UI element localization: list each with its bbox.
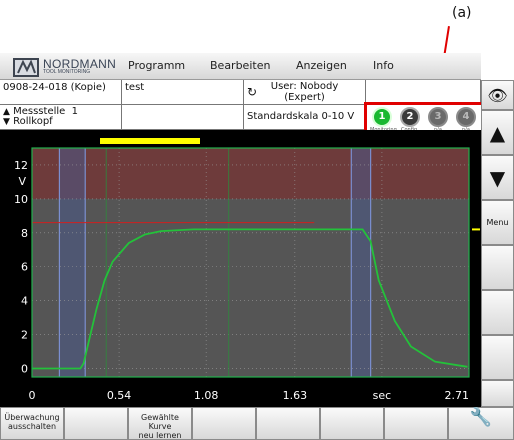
logo-tagline: TOOL MONITORING xyxy=(43,69,91,75)
y-axis-label: V xyxy=(18,175,26,188)
menu-info[interactable]: Info xyxy=(373,59,394,72)
menu-button[interactable]: Menu xyxy=(481,200,514,245)
y-tick-label: 0 xyxy=(21,363,28,376)
x-tick-label: sec xyxy=(373,389,392,402)
annotation-label: (a) xyxy=(452,5,472,21)
bottom-button-7[interactable] xyxy=(384,407,448,440)
refresh-icon: ↻ xyxy=(247,85,258,99)
menu-programm[interactable]: Programm xyxy=(128,59,185,72)
btn-line2: neu lernen xyxy=(138,431,182,440)
scroll-up-button[interactable]: ▲ xyxy=(481,110,514,155)
y-tick-label: 10 xyxy=(14,193,28,206)
alarm-band xyxy=(32,148,469,199)
x-tick-label: 1.63 xyxy=(283,389,308,402)
eye-icon-button[interactable]: 👁 xyxy=(481,80,514,110)
led-4[interactable]: 4 xyxy=(456,107,476,127)
eye-icon: 👁 xyxy=(487,85,508,105)
side-button-5[interactable] xyxy=(481,245,514,290)
monitor-window-1 xyxy=(351,148,371,377)
signal-chart: 0 2 4 6 8 10 12 V 0 0.54 1.08 1.63 sec 2.71 xyxy=(14,138,480,402)
logo-n-icon xyxy=(13,58,39,77)
project-note: test xyxy=(122,80,244,105)
btn-line1: Gewählte Kurve xyxy=(141,413,179,431)
down-arrow-icon[interactable]: ▼ xyxy=(3,117,10,127)
relearn-curve-button[interactable]: Gewählte Kurve neu lernen xyxy=(128,407,192,440)
scale-label[interactable]: Standardskala 0-10 V xyxy=(244,105,366,130)
y-tick-label: 8 xyxy=(21,227,28,240)
triangle-down-icon: ▼ xyxy=(489,165,506,190)
side-button-8[interactable] xyxy=(481,380,514,407)
btn-line1: Überwachung xyxy=(4,413,60,422)
settings-button[interactable]: 🔧 xyxy=(448,407,514,440)
x-tick-label: 2.71 xyxy=(445,389,470,402)
station-sub: Rollkopf xyxy=(13,116,53,127)
highlight-bar xyxy=(100,138,200,144)
y-tick-label: 2 xyxy=(21,329,28,342)
project-name: 0908-24-018 (Kopie) xyxy=(0,80,122,105)
monitor-window-0 xyxy=(59,148,86,377)
user-name: User: Nobody xyxy=(270,81,339,92)
led-3[interactable]: 3 xyxy=(428,107,448,127)
menu-anzeigen[interactable]: Anzeigen xyxy=(296,59,347,72)
y-tick-label: 4 xyxy=(21,295,28,308)
bottom-button-4[interactable] xyxy=(192,407,256,440)
x-tick-label: 1.08 xyxy=(194,389,219,402)
side-button-7[interactable] xyxy=(481,335,514,380)
user-role: (Expert) xyxy=(284,92,325,103)
y-tick-label: 6 xyxy=(21,261,28,274)
signal-plot[interactable]: 0 2 4 6 8 10 12 V 0 0.54 1.08 1.63 sec 2.71 xyxy=(0,130,481,407)
bottom-button-6[interactable] xyxy=(320,407,384,440)
x-tick-label: 0.54 xyxy=(107,389,132,402)
y-tick-label: 12 xyxy=(14,159,28,172)
nordmann-logo: NORDMANN TOOL MONITORING xyxy=(3,56,123,78)
menu-bearbeiten[interactable]: Bearbeiten xyxy=(210,59,270,72)
scroll-down-button[interactable]: ▼ xyxy=(481,155,514,200)
user-cell[interactable]: ↻ User: Nobody (Expert) xyxy=(244,80,366,105)
led-monitoring[interactable]: 1 xyxy=(372,107,392,127)
station-selector[interactable]: ▲ Messstelle 1 ▼ Rollkopf xyxy=(0,105,122,130)
x-tick-label: 0 xyxy=(29,389,36,402)
side-button-6[interactable] xyxy=(481,290,514,335)
station-number: 1 xyxy=(71,106,79,117)
btn-line2: ausschalten xyxy=(7,422,57,431)
triangle-up-icon: ▲ xyxy=(489,120,506,145)
bottom-button-2[interactable] xyxy=(64,407,128,440)
menu-bar: NORDMANN TOOL MONITORING Programm Bearbe… xyxy=(0,53,481,80)
bottom-button-5[interactable] xyxy=(256,407,320,440)
blank-cell xyxy=(122,105,244,130)
up-arrow-icon[interactable]: ▲ xyxy=(3,107,10,117)
disable-monitoring-button[interactable]: Überwachung ausschalten xyxy=(0,407,64,440)
led-config[interactable]: 2 xyxy=(400,107,420,127)
wrench-icon: 🔧 xyxy=(469,407,493,428)
